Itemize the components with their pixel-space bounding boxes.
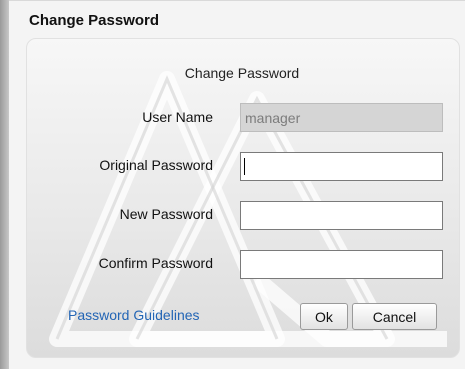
password-guidelines-link[interactable]: Password Guidelines (68, 307, 200, 323)
new-password-label: New Password (119, 206, 213, 222)
form-panel: Change Password User Name Original Passw… (26, 38, 460, 358)
confirm-password-label: Confirm Password (98, 255, 213, 271)
ok-button[interactable]: Ok (300, 303, 348, 330)
dialog-title: Change Password (29, 12, 160, 29)
cancel-button[interactable]: Cancel (352, 303, 437, 330)
text-cursor (244, 158, 245, 175)
original-password-label: Original Password (99, 157, 213, 173)
change-password-dialog: Change Password Change Password User Nam… (9, 0, 465, 369)
form-heading: Change Password (184, 65, 300, 81)
original-password-field[interactable] (240, 152, 443, 181)
confirm-password-field[interactable] (240, 250, 443, 279)
user-name-field (240, 103, 443, 132)
window-edge-shade (0, 0, 9, 369)
new-password-field[interactable] (240, 201, 443, 230)
user-name-label: User Name (142, 109, 213, 125)
dialog-titlebar: Change Password (9, 1, 465, 35)
